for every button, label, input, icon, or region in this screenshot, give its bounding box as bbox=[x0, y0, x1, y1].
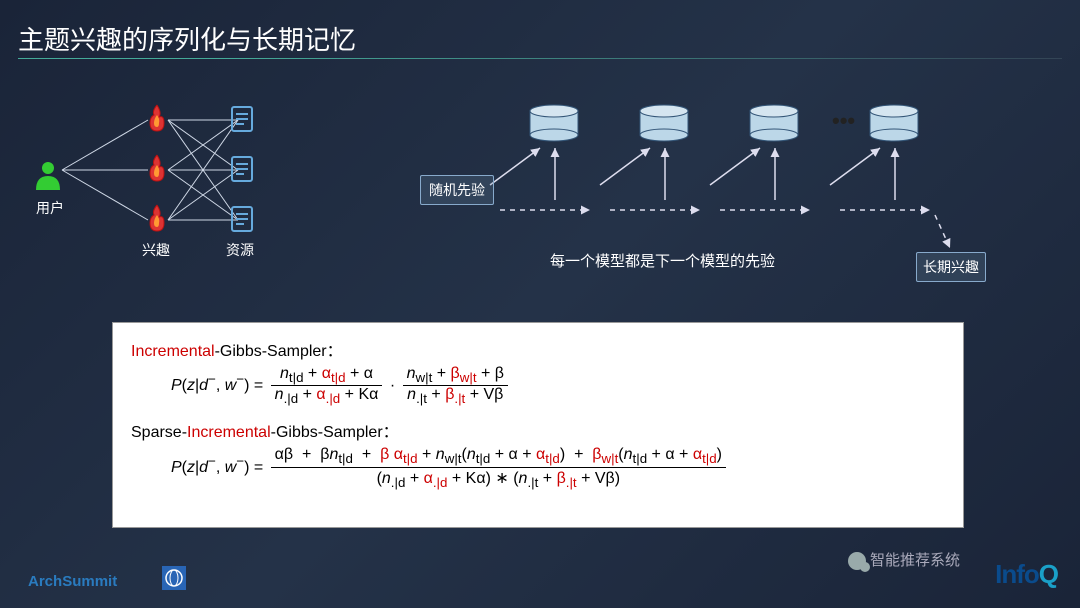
prior-label: 随机先验 bbox=[420, 175, 494, 205]
longterm-label: 长期兴趣 bbox=[916, 252, 986, 282]
interest-label: 兴趣 bbox=[142, 240, 170, 260]
eq1-title: Incremental-Gibbs-Sampler： bbox=[131, 337, 945, 361]
eq1-body: P(z|d−, w−) = nt|d + αt|d + αn.|d + α.|d… bbox=[171, 365, 945, 406]
document-icon bbox=[230, 205, 256, 238]
database-icon bbox=[530, 105, 578, 141]
eq2-body: P(z|d−, w−) = αβ + βnt|d + β αt|d + nw|t… bbox=[171, 446, 945, 489]
database-icon bbox=[870, 105, 918, 141]
bipartite-graph: 用户 兴趣 资源 bbox=[18, 100, 298, 280]
user-icon bbox=[34, 160, 62, 195]
globe-icon bbox=[160, 564, 188, 592]
document-icon bbox=[230, 155, 256, 188]
flame-icon bbox=[146, 105, 168, 138]
resource-label: 资源 bbox=[226, 240, 254, 260]
flame-icon bbox=[146, 205, 168, 238]
document-icon bbox=[230, 105, 256, 138]
database-icons bbox=[530, 105, 918, 141]
flame-icon bbox=[146, 155, 168, 188]
database-icon bbox=[640, 105, 688, 141]
footer: ArchSummit 智能推荐系统 InfoQ bbox=[0, 552, 1080, 600]
infoq-logo: InfoQ bbox=[995, 559, 1058, 590]
user-label: 用户 bbox=[36, 198, 64, 218]
dashed-chain bbox=[500, 210, 950, 248]
sequence-arrows bbox=[490, 148, 895, 200]
sequence-caption: 每一个模型都是下一个模型的先验 bbox=[550, 250, 775, 271]
eq2-title: Sparse-Incremental-Gibbs-Sampler： bbox=[131, 418, 945, 442]
title-underline bbox=[18, 58, 1062, 59]
wechat-icon bbox=[848, 552, 866, 570]
formula-box: Incremental-Gibbs-Sampler： P(z|d−, w−) =… bbox=[112, 322, 964, 528]
archsummit-logo: ArchSummit bbox=[28, 573, 117, 590]
wechat-label: 智能推荐系统 bbox=[848, 549, 960, 570]
slide-title: 主题兴趣的序列化与长期记忆 bbox=[18, 20, 356, 57]
database-icon bbox=[750, 105, 798, 141]
ellipsis: ••• bbox=[832, 108, 855, 134]
